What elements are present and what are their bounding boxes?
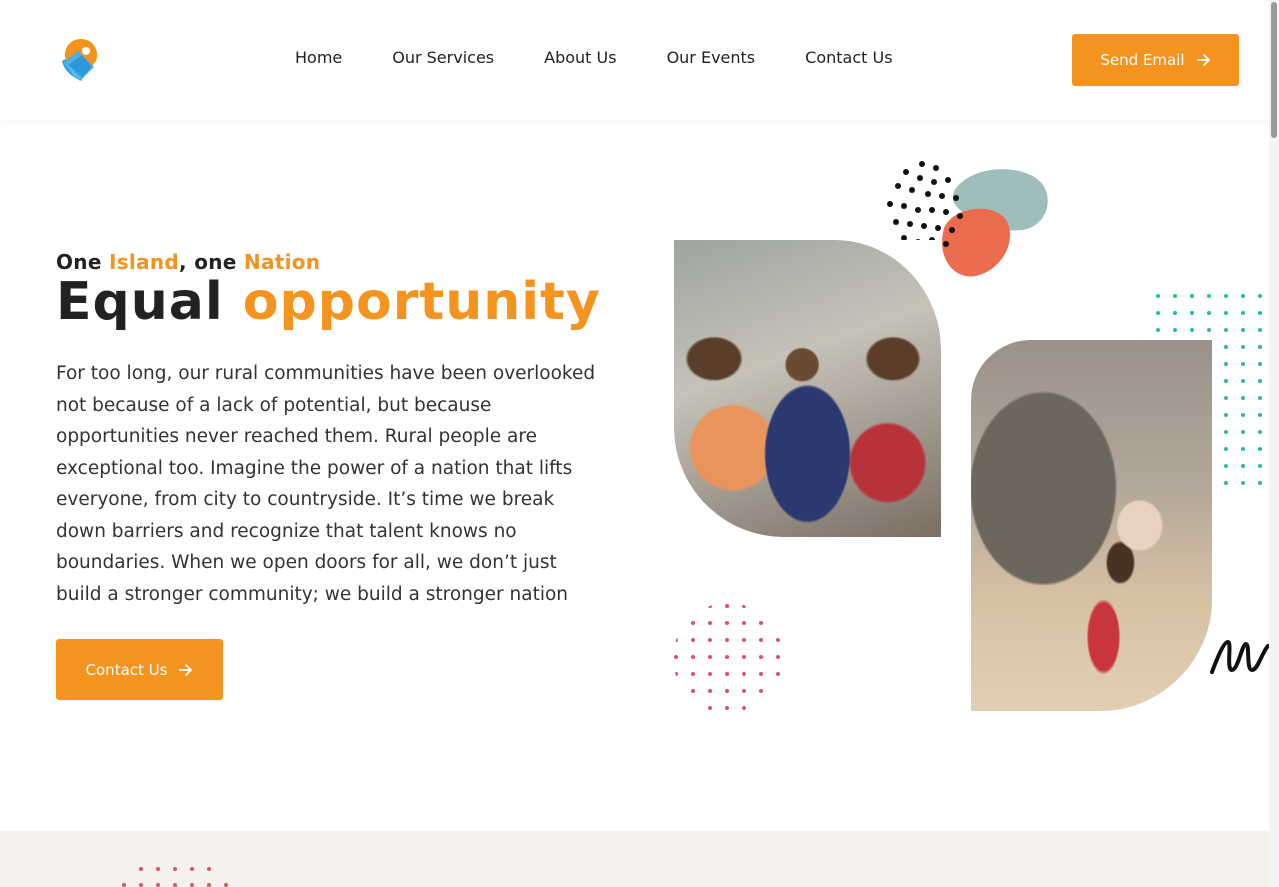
hero-title: Equal opportunity	[56, 272, 601, 332]
arrow-right-icon	[179, 663, 193, 676]
photo1-mask	[674, 240, 941, 537]
site-header: Home Our Services About Us Our Events Co…	[0, 0, 1269, 120]
subtitle-island: Island	[108, 250, 180, 274]
hero-subtitle: One Island, one Nation	[56, 250, 320, 274]
contact-us-label: Contact Us	[85, 660, 168, 679]
nav-home[interactable]: Home	[295, 48, 342, 67]
page-scrollbar[interactable]	[1269, 0, 1279, 887]
nav-about-us[interactable]: About Us	[544, 48, 616, 67]
nav-contact-us[interactable]: Contact Us	[805, 48, 892, 67]
scrollbar-thumb[interactable]	[1271, 2, 1277, 138]
send-email-label: Send Email	[1100, 51, 1185, 69]
main-nav: Home Our Services About Us Our Events Co…	[295, 48, 893, 67]
send-email-button[interactable]: Send Email	[1072, 34, 1239, 86]
next-section	[0, 831, 1269, 887]
teal-dot-pattern	[1156, 294, 1262, 485]
contact-us-button[interactable]: Contact Us	[56, 639, 223, 700]
pink-dot-circle-pattern	[674, 604, 780, 710]
hero-body: For too long, our rural communities have…	[56, 363, 596, 605]
subtitle-one-lower: , one	[179, 250, 237, 274]
nav-our-services[interactable]: Our Services	[392, 48, 494, 67]
title-opportunity: opportunity	[242, 272, 601, 332]
subtitle-nation: Nation	[243, 250, 321, 274]
title-equal: Equal	[56, 272, 224, 332]
logo-icon[interactable]	[58, 37, 104, 83]
nav-our-events[interactable]: Our Events	[667, 48, 756, 67]
squiggle-decoration	[1210, 640, 1269, 674]
subtitle-one: One	[56, 250, 102, 274]
pink-dot-pattern-bottom	[122, 867, 228, 887]
arrow-right-icon	[1196, 54, 1210, 66]
